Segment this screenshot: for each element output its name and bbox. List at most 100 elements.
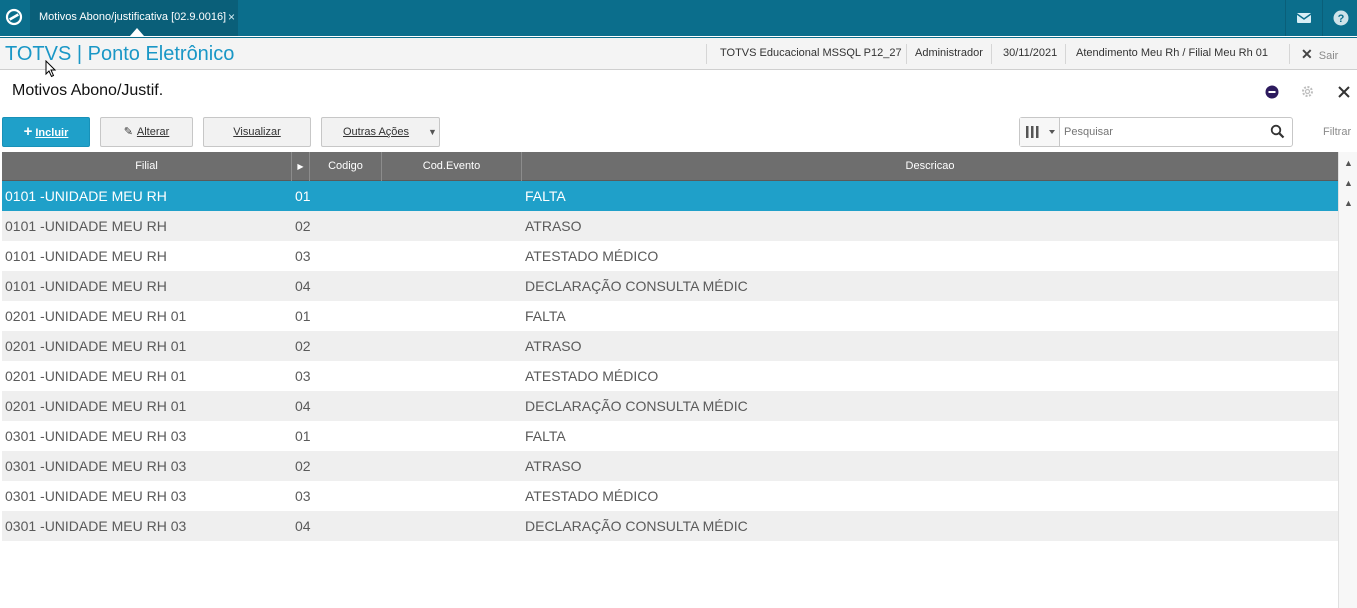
- cell-filial: 0301 -UNIDADE MEU RH 03: [5, 518, 187, 534]
- alterar-label: Alterar: [136, 126, 170, 138]
- cell-descricao: ATESTADO MÉDICO: [525, 368, 659, 384]
- filter-button[interactable]: Filtrar: [1323, 126, 1351, 138]
- search-input[interactable]: [1064, 124, 1259, 140]
- cell-descricao: ATESTADO MÉDICO: [525, 248, 659, 264]
- table-row[interactable]: 0101 -UNIDADE MEU RH 03 ATESTADO MÉDICO: [2, 241, 1338, 271]
- cell-descricao: DECLARAÇÃO CONSULTA MÉDIC: [525, 518, 748, 534]
- cell-cod-evento: [384, 241, 520, 271]
- page-title: Motivos Abono/Justif.: [12, 82, 164, 99]
- tab-motivos-abono[interactable]: Motivos Abono/justificativa [02.9.0016] …: [30, 0, 238, 36]
- totvs-logo-icon[interactable]: [4, 7, 24, 27]
- cell-filial: 0101 -UNIDADE MEU RH: [5, 218, 167, 234]
- data-grid: Filial ▶ Codigo Cod.Evento Descricao 010…: [2, 152, 1338, 608]
- cell-cod-evento: [384, 451, 520, 481]
- topbar-divider: [1285, 0, 1286, 36]
- header-divider: [1065, 44, 1066, 64]
- table-row[interactable]: 0301 -UNIDADE MEU RH 03 04 DECLARAÇÃO CONS…: [2, 511, 1338, 541]
- header-divider: [906, 44, 907, 64]
- column-header-filial[interactable]: Filial: [2, 152, 292, 181]
- cell-filial: 0101 -UNIDADE MEU RH: [5, 248, 167, 264]
- close-icon[interactable]: [1337, 85, 1351, 99]
- table-row[interactable]: 0201 -UNIDADE MEU RH 01 01 FALTA: [2, 301, 1338, 331]
- vertical-scrollbar[interactable]: ▲ ▲ ▲: [1338, 152, 1357, 608]
- chevron-down-icon: ▼: [428, 127, 437, 137]
- grid-header: Filial ▶ Codigo Cod.Evento Descricao: [2, 152, 1338, 181]
- visualizar-button[interactable]: Visualizar: [203, 117, 311, 147]
- header-divider: [1289, 44, 1290, 64]
- top-bar: Motivos Abono/justificativa [02.9.0016] …: [0, 0, 1357, 36]
- cell-codigo: 03: [295, 248, 311, 264]
- cell-descricao: ATRASO: [525, 218, 582, 234]
- cell-codigo: 01: [295, 308, 311, 324]
- cell-codigo: 04: [295, 398, 311, 414]
- gear-icon[interactable]: [1300, 84, 1315, 99]
- cell-descricao: FALTA: [525, 308, 566, 324]
- cell-cod-evento: [384, 391, 520, 421]
- column-header-cod-evento[interactable]: Cod.Evento: [382, 152, 522, 181]
- cell-filial: 0101 -UNIDADE MEU RH: [5, 188, 167, 204]
- cell-descricao: DECLARAÇÃO CONSULTA MÉDIC: [525, 398, 748, 414]
- cell-codigo: 02: [295, 218, 311, 234]
- cell-cod-evento: [384, 181, 520, 211]
- cell-filial: 0201 -UNIDADE MEU RH 01: [5, 308, 187, 324]
- cell-descricao: FALTA: [525, 428, 566, 444]
- incluir-label: Incluir: [35, 127, 69, 139]
- cell-descricao: ATRASO: [525, 338, 582, 354]
- tab-close-icon[interactable]: ×: [228, 10, 235, 24]
- table-row[interactable]: 0201 -UNIDADE MEU RH 01 03 ATESTADO MÉDICO: [2, 361, 1338, 391]
- cell-filial: 0201 -UNIDADE MEU RH 01: [5, 398, 187, 414]
- cell-codigo: 02: [295, 458, 311, 474]
- table-row[interactable]: 0301 -UNIDADE MEU RH 03 03 ATESTADO MÉDICO: [2, 481, 1338, 511]
- outras-acoes-label: Outras Ações: [343, 126, 410, 138]
- caret-right-icon: ▶: [297, 162, 304, 171]
- cell-codigo: 01: [295, 428, 311, 444]
- cell-filial: 0301 -UNIDADE MEU RH 03: [5, 458, 187, 474]
- search-icon[interactable]: [1270, 124, 1285, 139]
- header-divider: [991, 44, 992, 64]
- table-row[interactable]: 0201 -UNIDADE MEU RH 01 02 ATRASO: [2, 331, 1338, 361]
- help-icon[interactable]: ?: [1332, 9, 1350, 27]
- cell-descricao: ATESTADO MÉDICO: [525, 488, 659, 504]
- cell-codigo: 04: [295, 518, 311, 534]
- cell-codigo: 04: [295, 278, 311, 294]
- cell-filial: 0201 -UNIDADE MEU RH 01: [5, 368, 187, 384]
- cell-cod-evento: [384, 361, 520, 391]
- column-selector-button[interactable]: [1020, 118, 1060, 146]
- cell-codigo: 03: [295, 488, 311, 504]
- date-label: 30/11/2021: [1003, 47, 1058, 59]
- table-row[interactable]: 0301 -UNIDADE MEU RH 03 02 ATRASO: [2, 451, 1338, 481]
- incluir-button[interactable]: + Incluir: [2, 117, 90, 147]
- column-sort-indicator[interactable]: ▶: [292, 152, 310, 181]
- cell-codigo: 03: [295, 368, 311, 384]
- user-label: Administrador: [915, 47, 983, 59]
- branch-label[interactable]: Atendimento Meu Rh / Filial Meu Rh 01: [1076, 47, 1268, 59]
- status-dot-icon[interactable]: [1265, 85, 1279, 99]
- topbar-divider: [1322, 0, 1323, 36]
- scroll-top-icon[interactable]: ▲: [1341, 156, 1356, 171]
- header-divider: [706, 44, 707, 64]
- table-row[interactable]: 0301 -UNIDADE MEU RH 03 01 FALTA: [2, 421, 1338, 451]
- svg-text:?: ?: [1338, 13, 1345, 25]
- cell-cod-evento: [384, 301, 520, 331]
- alterar-button[interactable]: ✎ Alterar: [100, 117, 193, 147]
- table-row[interactable]: 0201 -UNIDADE MEU RH 01 04 DECLARAÇÃO CONS…: [2, 391, 1338, 421]
- cell-descricao: DECLARAÇÃO CONSULTA MÉDIC: [525, 278, 748, 294]
- mail-icon[interactable]: [1295, 9, 1313, 27]
- outras-acoes-button[interactable]: Outras Ações ▼: [321, 117, 440, 147]
- cell-filial: 0201 -UNIDADE MEU RH 01: [5, 338, 187, 354]
- cell-cod-evento: [384, 421, 520, 451]
- exit-button[interactable]: ✕ Sair: [1301, 46, 1338, 63]
- table-row[interactable]: 0101 -UNIDADE MEU RH 02 ATRASO: [2, 211, 1338, 241]
- tab-title: Motivos Abono/justificativa [02.9.0016]: [39, 11, 227, 23]
- close-icon: ✕: [1301, 46, 1313, 62]
- column-header-codigo[interactable]: Codigo: [310, 152, 382, 181]
- app-brand[interactable]: TOTVS | Ponto Eletrônico: [5, 43, 234, 66]
- scroll-page-up-icon[interactable]: ▲: [1341, 176, 1356, 191]
- table-row[interactable]: 0101 -UNIDADE MEU RH 01 FALTA: [2, 181, 1338, 211]
- cell-descricao: FALTA: [525, 188, 566, 204]
- column-header-descricao[interactable]: Descricao: [522, 152, 1338, 181]
- scroll-up-icon[interactable]: ▲: [1341, 196, 1356, 211]
- cell-codigo: 02: [295, 338, 311, 354]
- pencil-icon: ✎: [123, 126, 133, 138]
- table-row[interactable]: 0101 -UNIDADE MEU RH 04 DECLARAÇÃO CONSULT…: [2, 271, 1338, 301]
